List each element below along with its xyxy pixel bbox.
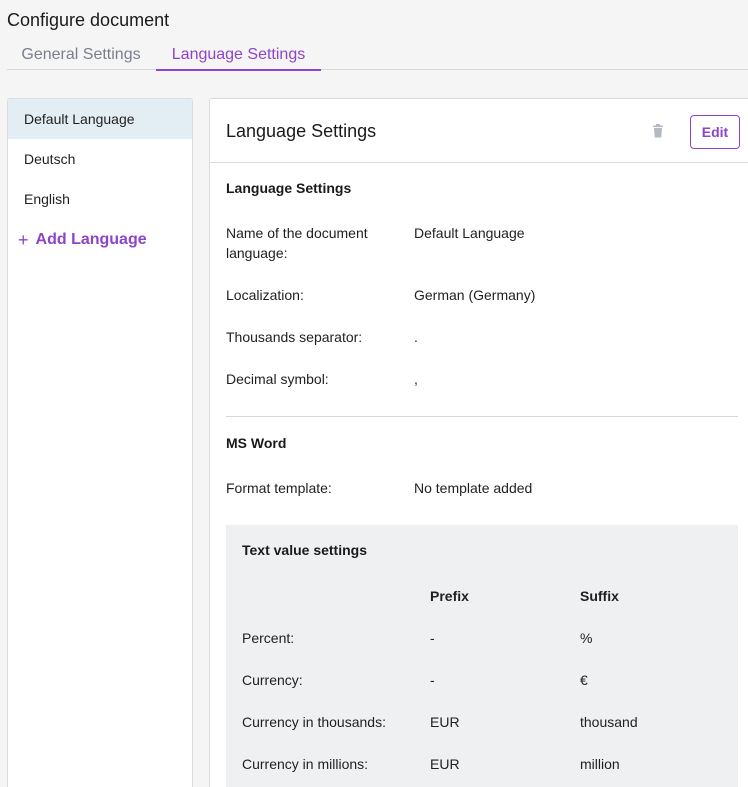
panel-title: Language Settings: [226, 121, 377, 141]
field-label-localization: Localization:: [226, 287, 304, 303]
prefix-column-header: Prefix: [430, 588, 469, 604]
field-value-localization: German (Germany): [414, 287, 536, 303]
panel-header: Language Settings Edit: [210, 99, 748, 163]
text-value-row-suffix: million: [580, 756, 620, 772]
sidebar-item-deutsch[interactable]: Deutsch: [8, 139, 192, 179]
text-value-row-label: Percent:: [242, 630, 295, 646]
tab-language-settings[interactable]: Language Settings: [156, 46, 321, 71]
text-value-settings: Text value settings Prefix Suffix Percen…: [226, 525, 738, 787]
add-language-label: Add Language: [35, 231, 147, 248]
text-value-row-label: Currency in thousands:: [242, 714, 386, 730]
text-value-row-suffix: %: [580, 630, 593, 646]
field-label-format-template: Format template:: [226, 480, 332, 496]
edit-button[interactable]: Edit: [690, 115, 740, 149]
field-value-thousands-separator: .: [414, 329, 418, 345]
field-value-decimal-symbol: ,: [414, 371, 418, 387]
field-label-document-language: Name of the document language:: [226, 225, 368, 261]
trash-icon[interactable]: [650, 123, 666, 139]
text-value-row-label: Currency in millions:: [242, 756, 369, 772]
section-title-language-settings: Language Settings: [226, 180, 352, 196]
text-value-settings-title: Text value settings: [242, 542, 368, 558]
text-value-row-suffix: €: [580, 672, 588, 688]
text-value-row-suffix: thousand: [580, 714, 638, 730]
tab-bar: General Settings Language Settings: [7, 40, 748, 71]
text-value-row-label: Currency:: [242, 672, 303, 688]
text-value-row-prefix: -: [430, 630, 435, 646]
language-sidebar: Default Language Deutsch English + Add L…: [7, 98, 193, 787]
tab-general-settings[interactable]: General Settings: [7, 46, 155, 70]
text-value-row-prefix: -: [430, 672, 435, 688]
suffix-column-header: Suffix: [580, 588, 619, 604]
field-label-decimal-symbol: Decimal symbol:: [226, 371, 329, 387]
add-language-button[interactable]: + Add Language: [8, 228, 192, 252]
sidebar-item-default-language[interactable]: Default Language: [8, 99, 192, 139]
plus-icon: +: [18, 230, 29, 250]
field-value-document-language: Default Language: [414, 225, 525, 241]
language-settings-panel: Language Settings Edit Language Settings…: [209, 98, 748, 787]
text-value-row-prefix: EUR: [430, 714, 460, 730]
field-label-thousands-separator: Thousands separator:: [226, 329, 363, 345]
section-title-ms-word: MS Word: [226, 435, 287, 451]
sidebar-item-english[interactable]: English: [8, 179, 192, 219]
field-value-format-template: No template added: [414, 480, 533, 496]
page-title: Configure document: [7, 10, 170, 30]
text-value-row-prefix: EUR: [430, 756, 460, 772]
section-divider: [226, 416, 738, 417]
